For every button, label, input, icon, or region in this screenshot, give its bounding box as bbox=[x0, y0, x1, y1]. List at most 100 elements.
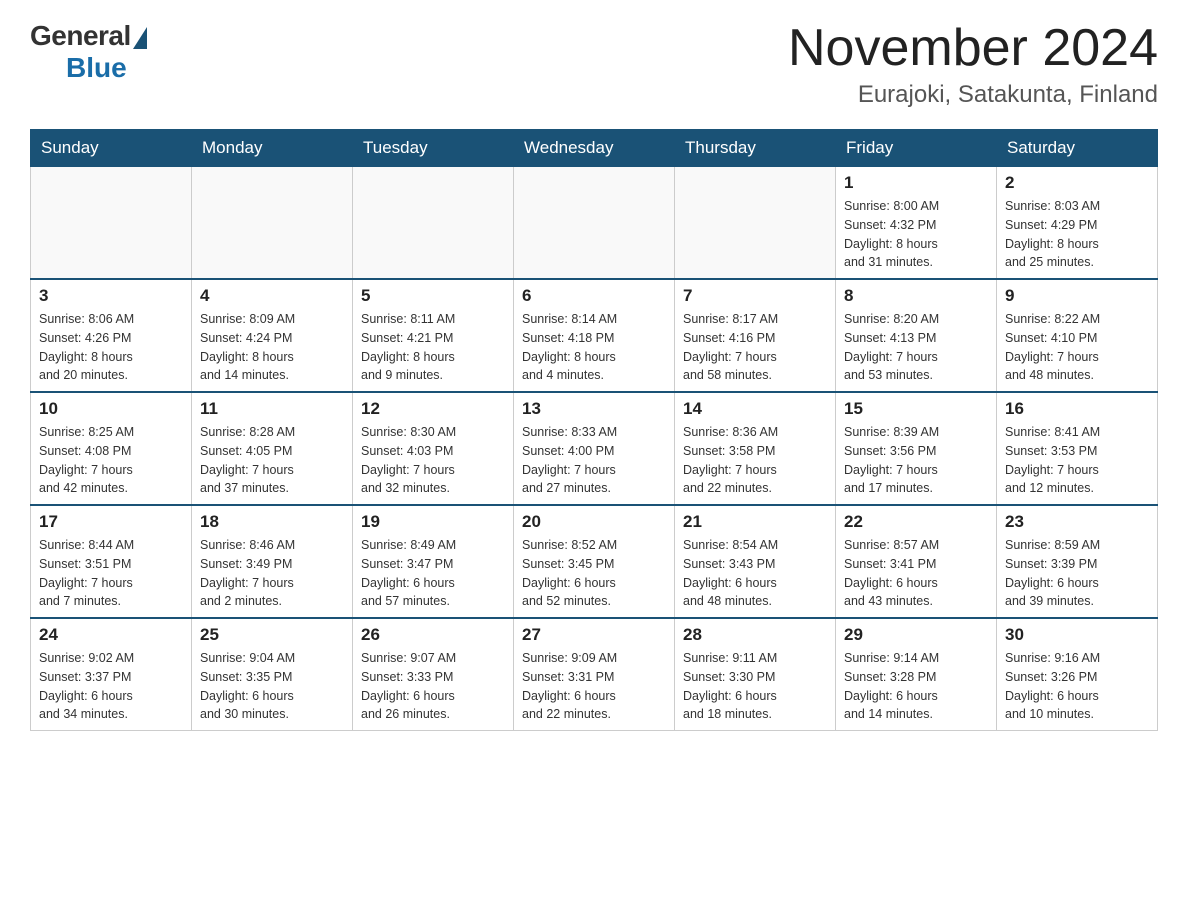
day-info: Sunrise: 8:03 AM Sunset: 4:29 PM Dayligh… bbox=[1005, 197, 1149, 272]
day-number: 19 bbox=[361, 512, 505, 532]
calendar-table: SundayMondayTuesdayWednesdayThursdayFrid… bbox=[30, 129, 1158, 731]
calendar-cell: 7 Sunrise: 8:17 AM Sunset: 4:16 PM Daylig… bbox=[675, 279, 836, 392]
calendar-week-row: 10 Sunrise: 8:25 AM Sunset: 4:08 PM Dayli… bbox=[31, 392, 1158, 505]
calendar-cell: 30 Sunrise: 9:16 AM Sunset: 3:26 PM Dayli… bbox=[997, 618, 1158, 731]
header: General Blue November 2024 Eurajoki, Sat… bbox=[30, 20, 1158, 109]
logo-triangle-icon bbox=[133, 27, 147, 49]
day-number: 10 bbox=[39, 399, 183, 419]
day-info: Sunrise: 9:09 AM Sunset: 3:31 PM Dayligh… bbox=[522, 649, 666, 724]
day-number: 27 bbox=[522, 625, 666, 645]
header-saturday: Saturday bbox=[997, 130, 1158, 167]
calendar-cell: 4 Sunrise: 8:09 AM Sunset: 4:24 PM Daylig… bbox=[192, 279, 353, 392]
calendar-cell: 15 Sunrise: 8:39 AM Sunset: 3:56 PM Dayli… bbox=[836, 392, 997, 505]
day-number: 29 bbox=[844, 625, 988, 645]
day-info: Sunrise: 9:16 AM Sunset: 3:26 PM Dayligh… bbox=[1005, 649, 1149, 724]
calendar-cell: 19 Sunrise: 8:49 AM Sunset: 3:47 PM Dayli… bbox=[353, 505, 514, 618]
day-number: 11 bbox=[200, 399, 344, 419]
logo: General Blue bbox=[30, 20, 147, 84]
calendar-cell: 27 Sunrise: 9:09 AM Sunset: 3:31 PM Dayli… bbox=[514, 618, 675, 731]
day-number: 6 bbox=[522, 286, 666, 306]
header-monday: Monday bbox=[192, 130, 353, 167]
day-number: 9 bbox=[1005, 286, 1149, 306]
day-info: Sunrise: 9:04 AM Sunset: 3:35 PM Dayligh… bbox=[200, 649, 344, 724]
day-number: 15 bbox=[844, 399, 988, 419]
calendar-cell: 2Sunrise: 8:03 AM Sunset: 4:29 PM Daylig… bbox=[997, 167, 1158, 280]
day-info: Sunrise: 8:39 AM Sunset: 3:56 PM Dayligh… bbox=[844, 423, 988, 498]
day-number: 1 bbox=[844, 173, 988, 193]
calendar-cell: 21 Sunrise: 8:54 AM Sunset: 3:43 PM Dayli… bbox=[675, 505, 836, 618]
day-number: 28 bbox=[683, 625, 827, 645]
day-number: 21 bbox=[683, 512, 827, 532]
day-number: 17 bbox=[39, 512, 183, 532]
header-sunday: Sunday bbox=[31, 130, 192, 167]
header-tuesday: Tuesday bbox=[353, 130, 514, 167]
calendar-cell bbox=[31, 167, 192, 280]
day-number: 30 bbox=[1005, 625, 1149, 645]
calendar-cell: 9 Sunrise: 8:22 AM Sunset: 4:10 PM Daylig… bbox=[997, 279, 1158, 392]
calendar-cell: 10 Sunrise: 8:25 AM Sunset: 4:08 PM Dayli… bbox=[31, 392, 192, 505]
calendar-cell bbox=[514, 167, 675, 280]
day-info: Sunrise: 8:17 AM Sunset: 4:16 PM Dayligh… bbox=[683, 310, 827, 385]
day-number: 16 bbox=[1005, 399, 1149, 419]
calendar-cell: 17 Sunrise: 8:44 AM Sunset: 3:51 PM Dayli… bbox=[31, 505, 192, 618]
calendar-cell: 6Sunrise: 8:14 AM Sunset: 4:18 PM Daylig… bbox=[514, 279, 675, 392]
title-area: November 2024 Eurajoki, Satakunta, Finla… bbox=[788, 20, 1158, 109]
calendar-week-row: 17 Sunrise: 8:44 AM Sunset: 3:51 PM Dayli… bbox=[31, 505, 1158, 618]
calendar-cell: 28Sunrise: 9:11 AM Sunset: 3:30 PM Dayli… bbox=[675, 618, 836, 731]
calendar-cell: 12 Sunrise: 8:30 AM Sunset: 4:03 PM Dayli… bbox=[353, 392, 514, 505]
day-number: 23 bbox=[1005, 512, 1149, 532]
day-info: Sunrise: 8:54 AM Sunset: 3:43 PM Dayligh… bbox=[683, 536, 827, 611]
calendar-cell: 25 Sunrise: 9:04 AM Sunset: 3:35 PM Dayli… bbox=[192, 618, 353, 731]
calendar-cell: 18 Sunrise: 8:46 AM Sunset: 3:49 PM Dayli… bbox=[192, 505, 353, 618]
header-thursday: Thursday bbox=[675, 130, 836, 167]
day-number: 20 bbox=[522, 512, 666, 532]
day-info: Sunrise: 8:49 AM Sunset: 3:47 PM Dayligh… bbox=[361, 536, 505, 611]
header-friday: Friday bbox=[836, 130, 997, 167]
calendar-cell bbox=[353, 167, 514, 280]
day-info: Sunrise: 8:44 AM Sunset: 3:51 PM Dayligh… bbox=[39, 536, 183, 611]
day-info: Sunrise: 8:41 AM Sunset: 3:53 PM Dayligh… bbox=[1005, 423, 1149, 498]
day-info: Sunrise: 8:09 AM Sunset: 4:24 PM Dayligh… bbox=[200, 310, 344, 385]
day-info: Sunrise: 8:57 AM Sunset: 3:41 PM Dayligh… bbox=[844, 536, 988, 611]
day-info: Sunrise: 9:07 AM Sunset: 3:33 PM Dayligh… bbox=[361, 649, 505, 724]
logo-general-text: General bbox=[30, 20, 131, 52]
calendar-cell: 16 Sunrise: 8:41 AM Sunset: 3:53 PM Dayli… bbox=[997, 392, 1158, 505]
calendar-cell bbox=[192, 167, 353, 280]
day-info: Sunrise: 8:06 AM Sunset: 4:26 PM Dayligh… bbox=[39, 310, 183, 385]
calendar-cell: 5Sunrise: 8:11 AM Sunset: 4:21 PM Daylig… bbox=[353, 279, 514, 392]
day-number: 8 bbox=[844, 286, 988, 306]
day-number: 7 bbox=[683, 286, 827, 306]
calendar-cell: 20 Sunrise: 8:52 AM Sunset: 3:45 PM Dayli… bbox=[514, 505, 675, 618]
calendar-cell: 22Sunrise: 8:57 AM Sunset: 3:41 PM Dayli… bbox=[836, 505, 997, 618]
day-number: 26 bbox=[361, 625, 505, 645]
day-number: 12 bbox=[361, 399, 505, 419]
calendar-cell: 1 Sunrise: 8:00 AM Sunset: 4:32 PM Daylig… bbox=[836, 167, 997, 280]
calendar-week-row: 1 Sunrise: 8:00 AM Sunset: 4:32 PM Daylig… bbox=[31, 167, 1158, 280]
day-info: Sunrise: 8:20 AM Sunset: 4:13 PM Dayligh… bbox=[844, 310, 988, 385]
day-info: Sunrise: 8:00 AM Sunset: 4:32 PM Dayligh… bbox=[844, 197, 988, 272]
day-number: 18 bbox=[200, 512, 344, 532]
day-info: Sunrise: 8:52 AM Sunset: 3:45 PM Dayligh… bbox=[522, 536, 666, 611]
day-info: Sunrise: 8:46 AM Sunset: 3:49 PM Dayligh… bbox=[200, 536, 344, 611]
calendar-week-row: 3 Sunrise: 8:06 AM Sunset: 4:26 PM Daylig… bbox=[31, 279, 1158, 392]
calendar-cell: 3 Sunrise: 8:06 AM Sunset: 4:26 PM Daylig… bbox=[31, 279, 192, 392]
day-number: 4 bbox=[200, 286, 344, 306]
day-number: 24 bbox=[39, 625, 183, 645]
calendar-header-row: SundayMondayTuesdayWednesdayThursdayFrid… bbox=[31, 130, 1158, 167]
calendar-cell: 24 Sunrise: 9:02 AM Sunset: 3:37 PM Dayli… bbox=[31, 618, 192, 731]
calendar-cell bbox=[675, 167, 836, 280]
day-number: 25 bbox=[200, 625, 344, 645]
calendar-cell: 11Sunrise: 8:28 AM Sunset: 4:05 PM Dayli… bbox=[192, 392, 353, 505]
day-info: Sunrise: 8:25 AM Sunset: 4:08 PM Dayligh… bbox=[39, 423, 183, 498]
calendar-cell: 8 Sunrise: 8:20 AM Sunset: 4:13 PM Daylig… bbox=[836, 279, 997, 392]
day-info: Sunrise: 8:22 AM Sunset: 4:10 PM Dayligh… bbox=[1005, 310, 1149, 385]
day-number: 3 bbox=[39, 286, 183, 306]
day-number: 14 bbox=[683, 399, 827, 419]
day-info: Sunrise: 8:33 AM Sunset: 4:00 PM Dayligh… bbox=[522, 423, 666, 498]
calendar-week-row: 24 Sunrise: 9:02 AM Sunset: 3:37 PM Dayli… bbox=[31, 618, 1158, 731]
day-info: Sunrise: 9:02 AM Sunset: 3:37 PM Dayligh… bbox=[39, 649, 183, 724]
day-info: Sunrise: 8:30 AM Sunset: 4:03 PM Dayligh… bbox=[361, 423, 505, 498]
day-info: Sunrise: 8:11 AM Sunset: 4:21 PM Dayligh… bbox=[361, 310, 505, 385]
calendar-cell: 14Sunrise: 8:36 AM Sunset: 3:58 PM Dayli… bbox=[675, 392, 836, 505]
calendar-cell: 29Sunrise: 9:14 AM Sunset: 3:28 PM Dayli… bbox=[836, 618, 997, 731]
